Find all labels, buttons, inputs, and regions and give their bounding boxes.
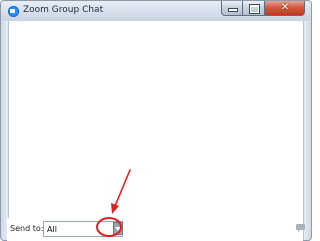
close-icon: ✕ [280,2,290,13]
chat-bubble-icon[interactable] [296,224,305,232]
send-to-bar: Send to: All [7,218,305,241]
maximize-button[interactable] [243,1,265,16]
window-right-border [304,21,311,240]
maximize-icon [250,5,259,13]
window-left-border [1,21,8,240]
close-button[interactable]: ✕ [265,1,305,16]
window-controls: ✕ [221,1,305,17]
minimize-icon [229,9,237,11]
window-title: Zoom Group Chat [23,5,104,15]
chat-message-area[interactable] [8,21,304,240]
send-to-label: Send to: [10,224,44,233]
zoom-icon [8,6,19,17]
send-to-value: All [47,225,57,234]
minimize-button[interactable] [221,1,243,16]
red-arrow-icon [111,169,131,214]
zoom-group-chat-window: Zoom Group Chat ✕ [0,0,312,241]
title-bar[interactable]: Zoom Group Chat ✕ [1,1,311,21]
